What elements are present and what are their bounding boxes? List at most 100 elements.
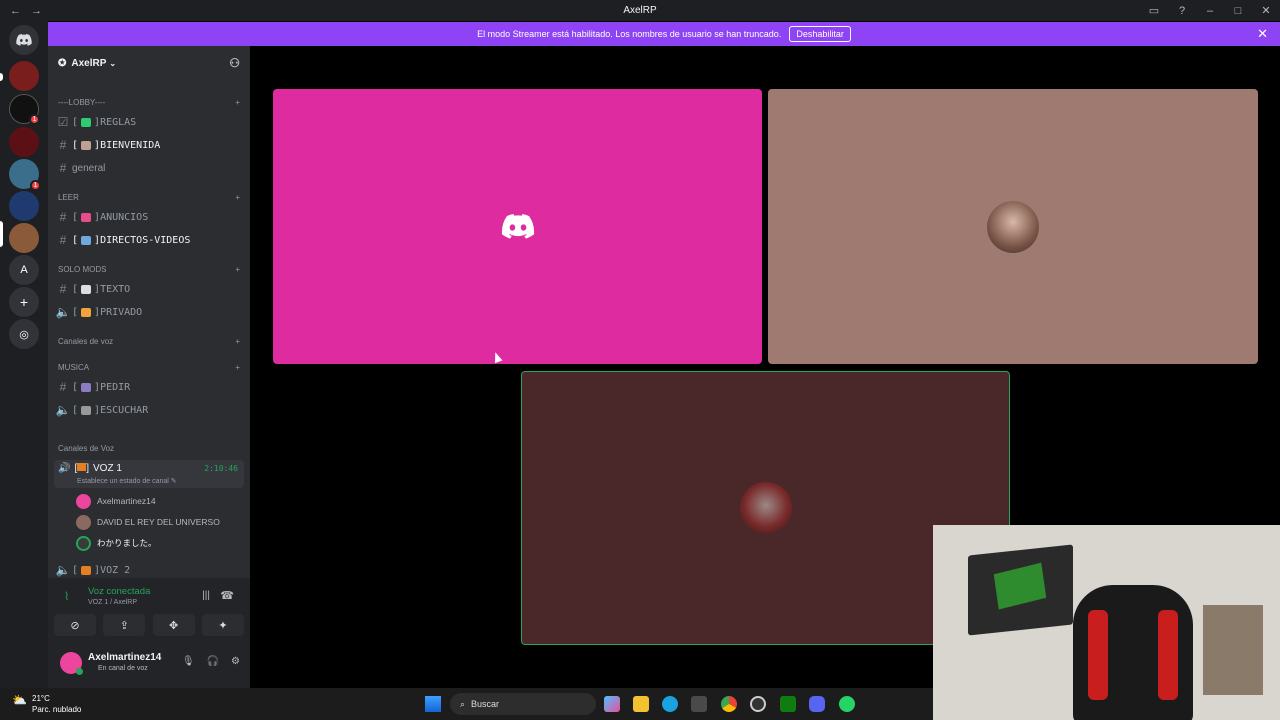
weather-widget[interactable]: ⛅ 21°C Parc. nublado [12,693,81,715]
voz1-label: VOZ 1 [93,463,122,474]
username: Axelmartinez14 [88,652,162,663]
webcam-overlay [933,525,1280,720]
search-icon: ⌕ [460,698,466,709]
gaming-chair [1073,585,1193,720]
channel-escuchar[interactable]: 🔈[] ESCUCHAR [54,400,244,420]
rules-icon: ☑ [57,115,69,129]
settings-gear-icon[interactable]: ⚙ [231,656,240,667]
megaphone-emoji-icon [81,565,92,575]
streamer-mode-banner: El modo Streamer está habilitado. Los no… [48,22,1280,46]
channel-pedir[interactable]: #[] PEDIR [54,377,244,397]
category-musica[interactable]: MUSICA + [58,363,240,372]
category-canales-voz[interactable]: Canales de voz + [58,337,240,346]
microphone-icon[interactable]: 🎙 [182,656,195,667]
channel-status-prompt[interactable]: Establece un estado de canal ✎ [77,477,177,485]
avatar [76,493,91,509]
video-tile-axelmartinez14[interactable] [273,89,762,364]
category-solo-mods[interactable]: SOLO MODS + [58,265,240,274]
category-leer[interactable]: LEER + [58,193,240,202]
screen-share-button[interactable]: ⇪ [103,614,146,636]
server-icon[interactable] [9,127,39,157]
voice-member[interactable]: DAVID EL REY DEL UNIVERSO [76,513,220,531]
server-icon[interactable] [9,61,39,91]
add-member-icon[interactable]: ⚇ [229,56,240,70]
call-duration: 2:10:46 [204,464,238,473]
server-icon-axelrp[interactable] [9,223,39,253]
file-explorer-icon[interactable] [633,696,649,712]
server-icon-a[interactable]: A [9,255,39,285]
noise-suppression-icon[interactable]: ||| [202,590,210,601]
server-icon[interactable] [9,191,39,221]
speaker-icon: 🔈 [55,563,71,577]
forward-arrow-icon[interactable]: → [31,5,42,17]
maximize-icon[interactable]: □ [1224,5,1252,17]
voice-connected-label[interactable]: Voz conectada [88,586,150,597]
store-icon[interactable] [691,696,707,712]
voice-member[interactable]: わかりました。 [76,534,157,552]
channel-general[interactable]: # general [54,158,244,178]
megaphone-emoji-icon [81,212,92,222]
copilot-icon[interactable] [604,696,620,712]
wall-poster [968,544,1073,636]
minimize-icon[interactable]: – [1196,5,1224,17]
explore-icon[interactable]: ◎ [9,319,39,349]
voice-channel-voz1[interactable]: 🔊[] VOZ 1 2:10:46 Establece un estado de … [54,460,244,488]
server-icon[interactable]: 1 [9,159,41,191]
back-arrow-icon[interactable]: ← [10,5,21,17]
channel-bienvenida[interactable]: #[] BIENVENIDA [54,135,244,155]
add-server-icon[interactable]: + [9,287,39,317]
avatar [76,535,91,551]
channel-privado[interactable]: 🔈[] PRIVADO [54,302,244,322]
hash-icon: # [59,282,67,296]
video-tile-david[interactable] [768,89,1258,364]
speech-emoji-icon [81,284,92,294]
channel-anuncios[interactable]: #[] ANUNCIOS [54,207,244,227]
headphones-emoji-icon [81,405,92,415]
server-icon[interactable]: 1 [9,94,40,125]
channel-texto[interactable]: #[] TEXTO [54,279,244,299]
avatar [739,482,792,534]
music-emoji-icon [81,382,92,392]
help-icon[interactable]: ? [1168,5,1196,17]
chevron-down-icon: ⌄ [109,58,117,68]
camera-off-button[interactable]: ⊘ [54,614,96,636]
signal-icon: ⌇ [64,591,70,603]
user-area[interactable]: Axelmartinez14 En canal de voz 🎙 🎧 ⚙ [54,648,244,680]
voice-member[interactable]: Axelmartinez14 [76,492,156,510]
disable-streamer-button[interactable]: Deshabilitar [789,26,851,42]
taskbar-search[interactable]: ⌕ Buscar [450,693,596,715]
server-header[interactable]: ✪ AxelRP ⌄ ⚇ [48,46,250,80]
category-lobby[interactable]: ----LOBBY---- + [58,98,240,107]
voice-connected-sub: VOZ 1 / AxelRP [88,599,138,606]
inbox-icon[interactable]: ▭ [1140,4,1168,17]
speaker-active-icon: 🔊 [58,463,71,474]
user-status: En canal de voz [98,665,148,672]
category-canales-voz-2[interactable]: Canales de Voz [58,444,240,453]
discord-taskbar-icon[interactable] [809,696,825,712]
hash-icon: # [59,210,67,224]
obs-icon[interactable] [750,696,766,712]
chrome-icon[interactable] [721,696,737,712]
voice-channel-voz2[interactable]: 🔈[] VOZ 2 [54,560,244,578]
channel-directos[interactable]: #[] DIRECTOS-VIDEOS [54,230,244,250]
disconnect-icon[interactable]: ☎ [220,589,234,602]
avatar [987,200,1039,253]
banner-close-icon[interactable]: ✕ [1257,26,1268,42]
edge-icon[interactable] [662,696,678,712]
xbox-icon[interactable] [780,696,796,712]
lock-emoji-icon [81,307,92,317]
discord-home-icon[interactable] [9,25,39,55]
hash-icon: # [59,161,67,175]
whatsapp-icon[interactable] [839,696,855,712]
discord-logo-icon [501,214,534,239]
activities-button[interactable]: ✥ [152,614,195,636]
windows-start-icon[interactable] [425,696,441,712]
hash-icon: # [59,380,67,394]
headphones-icon[interactable]: 🎧 [207,656,219,667]
hash-icon: # [59,233,67,247]
close-window-icon[interactable]: ✕ [1252,4,1280,17]
add-channel-icon: + [235,193,240,202]
soundboard-button[interactable]: ✦ [201,614,244,636]
channel-reglas[interactable]: ☑[] REGLAS [54,112,244,132]
selected-pill [0,221,3,247]
